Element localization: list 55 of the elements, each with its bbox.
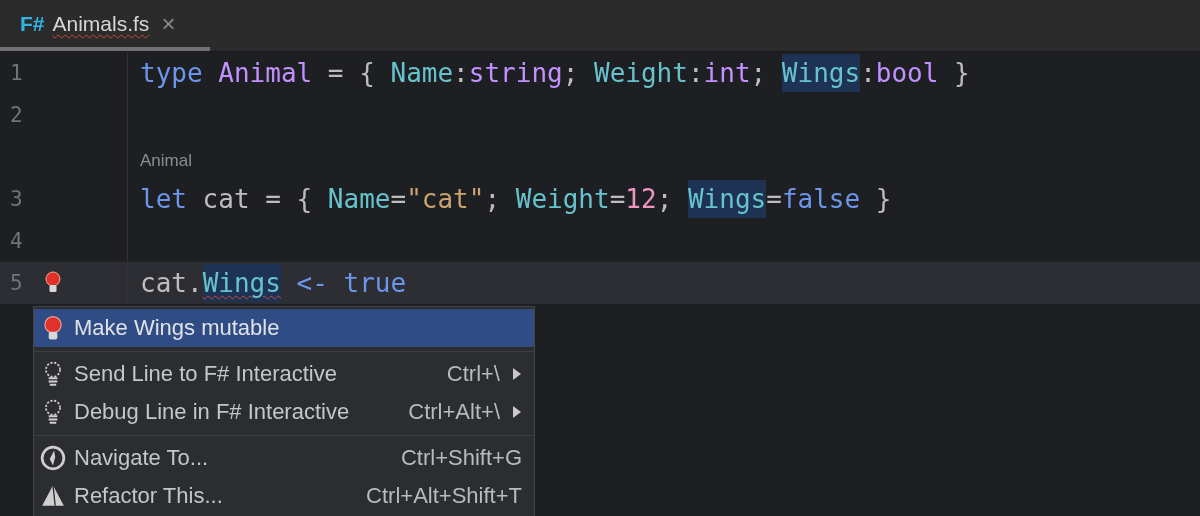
- code-token: Animal: [218, 57, 313, 90]
- code-token: ;: [562, 57, 580, 90]
- code-token: Name: [327, 183, 391, 216]
- compass-icon: [40, 445, 66, 471]
- code-token: =: [609, 183, 626, 216]
- file-tab[interactable]: F# Animals.fs ×: [0, 0, 210, 51]
- code-token: Weight: [515, 183, 610, 216]
- file-type-label: F#: [20, 11, 45, 36]
- shortcut-label: Ctrl+Shift+G: [400, 445, 522, 471]
- code-token: Wings: [687, 180, 767, 218]
- code-token: ;: [484, 183, 502, 216]
- code-token: true: [343, 267, 407, 300]
- line-number: 1: [10, 61, 23, 85]
- code-token: :: [687, 57, 704, 90]
- code-token: Wings: [781, 54, 861, 92]
- shortcut-label: Ctrl+Alt+\: [408, 399, 500, 425]
- menu-item[interactable]: Debug Line in F# Interactive Ctrl+Alt+\: [34, 393, 534, 431]
- code-token: cat.: [140, 267, 203, 300]
- line-number: 3: [10, 187, 23, 211]
- shortcut-label: Ctrl+Alt+Shift+T: [366, 483, 522, 509]
- code-token: type: [140, 57, 204, 90]
- code-token: }: [874, 183, 892, 216]
- menu-item[interactable]: Navigate To... Ctrl+Shift+G: [34, 439, 534, 477]
- code-token: Name: [390, 57, 454, 90]
- code-token: 12: [625, 183, 657, 216]
- menu-item[interactable]: Refactor This... Ctrl+Alt+Shift+T: [34, 477, 534, 515]
- code-token: string: [468, 57, 563, 90]
- prism-icon: [40, 483, 66, 509]
- code-token: bool: [875, 57, 939, 90]
- line-number: 2: [10, 103, 23, 127]
- code-token: :: [453, 57, 469, 90]
- code-token: cat = {: [201, 183, 314, 216]
- menu-item[interactable]: Send Line to F# Interactive Ctrl+\: [34, 355, 534, 393]
- code-token: <-: [295, 267, 329, 300]
- code-token: = {: [326, 57, 376, 90]
- line-number: 4: [10, 229, 23, 253]
- code-token: ;: [656, 183, 674, 216]
- code-token: ;: [750, 57, 768, 90]
- close-icon[interactable]: ×: [161, 9, 176, 38]
- code-token: false: [781, 183, 861, 216]
- code-token: :: [860, 57, 876, 90]
- code-token: =: [766, 183, 782, 216]
- type-hint: Animal: [140, 150, 192, 171]
- code-token: Weight: [594, 57, 688, 90]
- code-token: }: [953, 57, 970, 90]
- tab-title: Animals.fs: [52, 10, 150, 37]
- shortcut-label: Ctrl+\: [446, 361, 500, 387]
- lightbulb-icon[interactable]: [44, 271, 61, 295]
- code-token: let: [140, 183, 187, 216]
- code-token: int: [703, 57, 751, 90]
- code-token: Wings: [202, 264, 281, 302]
- code-token: "cat": [406, 183, 485, 216]
- menu-item[interactable]: Make Wings mutable: [34, 309, 534, 347]
- line-number: 5: [10, 271, 23, 295]
- code-token: =: [390, 183, 407, 216]
